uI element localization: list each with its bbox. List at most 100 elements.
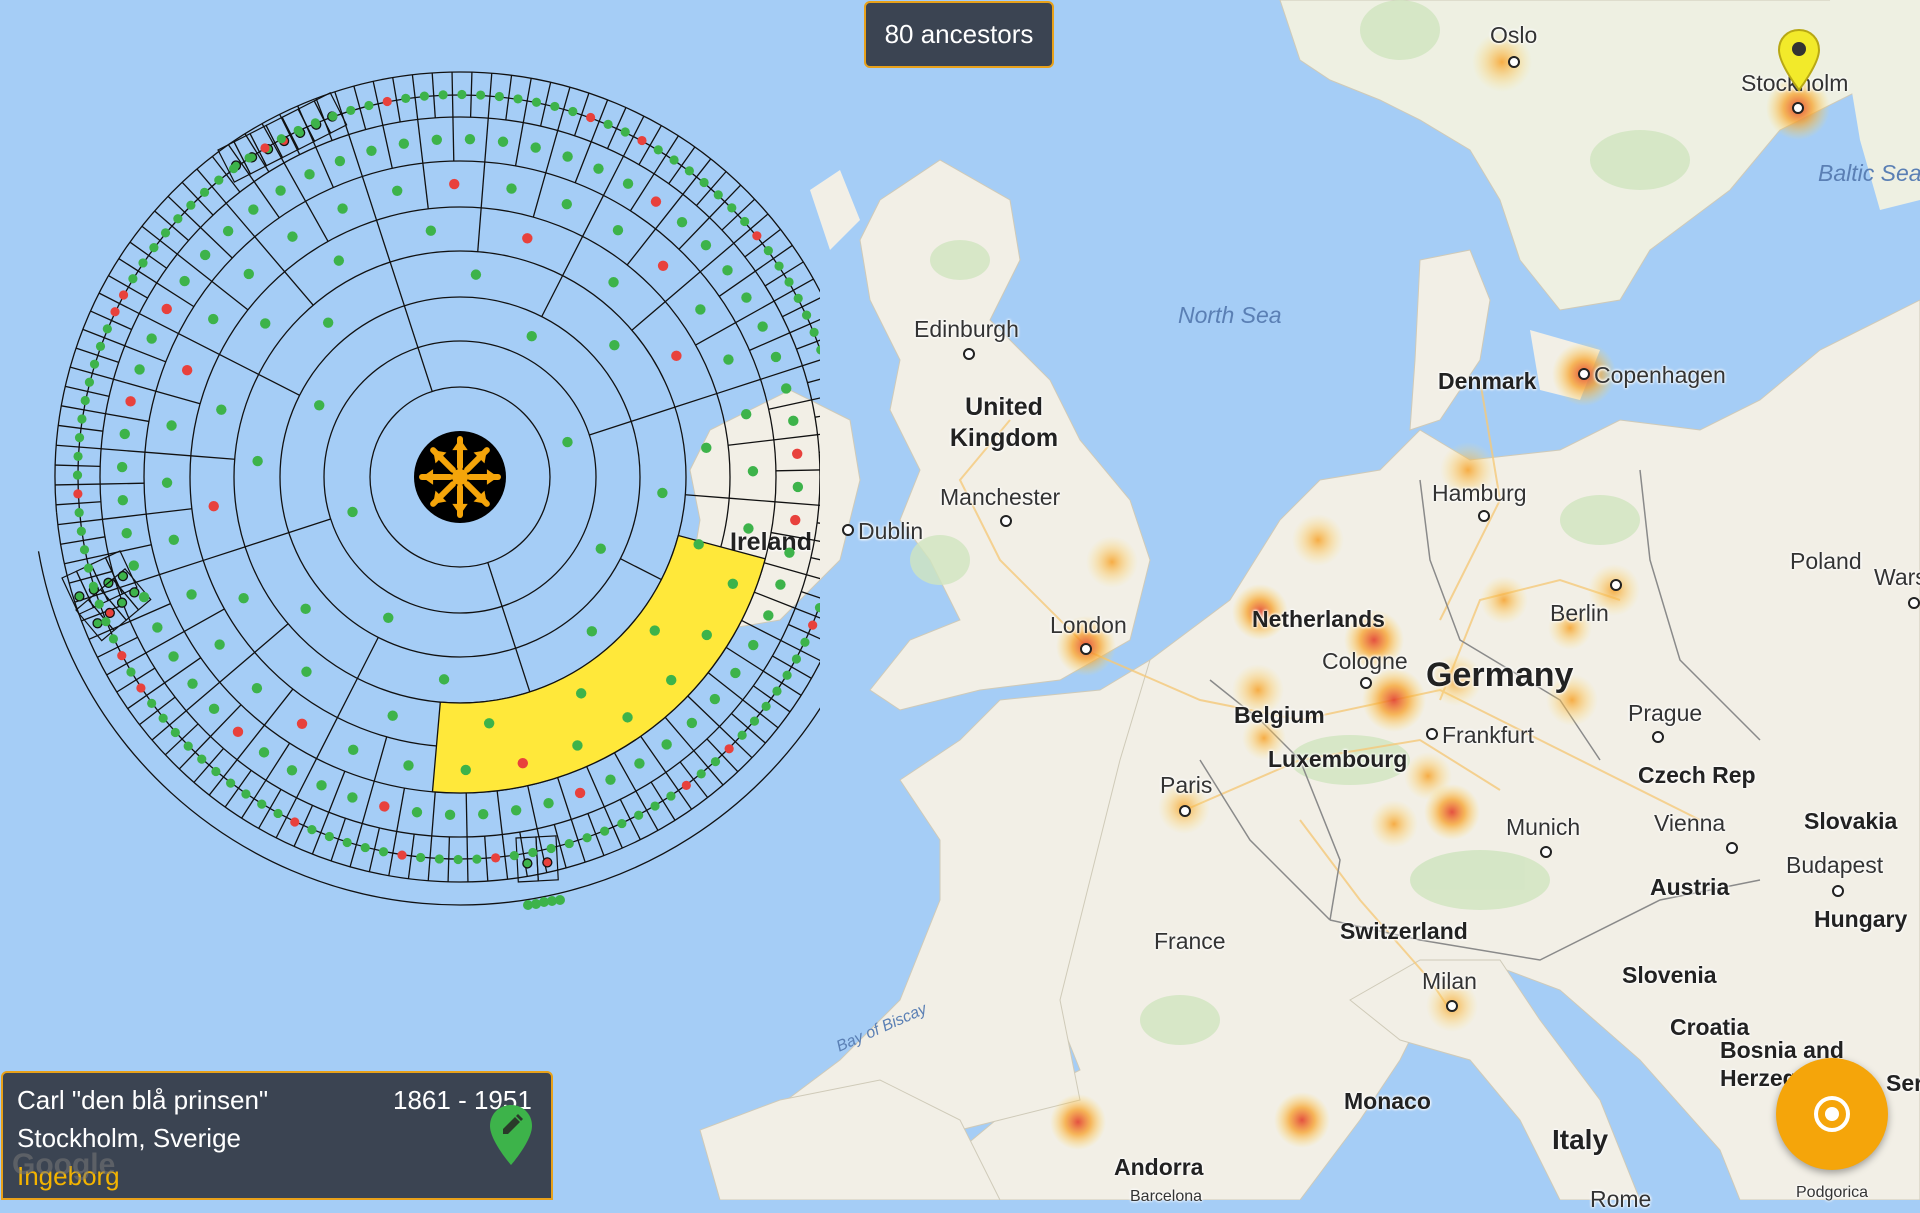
ancestor-dot[interactable] xyxy=(637,136,646,145)
ancestor-dot[interactable] xyxy=(741,409,751,419)
ancestor-dot[interactable] xyxy=(815,603,820,612)
ancestor-dot[interactable] xyxy=(169,535,179,545)
ancestor-dot[interactable] xyxy=(790,515,800,525)
ancestor-dot[interactable] xyxy=(750,717,759,726)
ancestor-dot[interactable] xyxy=(277,134,286,143)
ancestor-dot[interactable] xyxy=(757,321,767,331)
ancestor-dot[interactable] xyxy=(527,331,537,341)
ancestor-dot[interactable] xyxy=(543,798,553,808)
ancestor-dot[interactable] xyxy=(168,651,178,661)
ancestor-dot[interactable] xyxy=(623,179,633,189)
ancestor-dot[interactable] xyxy=(701,240,711,250)
ancestor-dot[interactable] xyxy=(792,654,801,663)
ancestor-dot[interactable] xyxy=(260,318,270,328)
ancestor-dot[interactable] xyxy=(223,226,233,236)
ancestor-dot[interactable] xyxy=(682,781,691,790)
ancestor-dot[interactable] xyxy=(727,203,736,212)
ancestor-dot[interactable] xyxy=(260,143,269,152)
ancestor-dot[interactable] xyxy=(783,671,792,680)
ancestor-dot[interactable] xyxy=(800,638,809,647)
ancestor-dot[interactable] xyxy=(764,246,773,255)
ancestor-dot[interactable] xyxy=(323,317,333,327)
ancestor-dot[interactable] xyxy=(85,378,94,387)
ancestor-dot[interactable] xyxy=(763,610,773,620)
ancestor-dot[interactable] xyxy=(128,274,137,283)
ancestor-dot[interactable] xyxy=(530,142,540,152)
ancestor-dot[interactable] xyxy=(226,779,235,788)
ancestor-dot[interactable] xyxy=(209,501,219,511)
ancestor-dot[interactable] xyxy=(562,437,572,447)
ancestor-dot[interactable] xyxy=(200,250,210,260)
ancestor-dot[interactable] xyxy=(439,90,448,99)
ancestor-dot[interactable] xyxy=(582,833,591,842)
ancestor-dot[interactable] xyxy=(774,261,783,270)
ancestor-dot[interactable] xyxy=(562,199,572,209)
ancestor-dot[interactable] xyxy=(301,667,311,677)
ancestor-dot[interactable] xyxy=(214,176,223,185)
ancestor-dot[interactable] xyxy=(484,718,494,728)
ancestor-dot[interactable] xyxy=(562,151,572,161)
ancestor-dot[interactable] xyxy=(605,774,615,784)
ancestor-dot[interactable] xyxy=(725,744,734,753)
ancestor-dot[interactable] xyxy=(187,678,197,688)
ancestor-dot[interactable] xyxy=(238,593,248,603)
ancestor-dot[interactable] xyxy=(700,178,709,187)
ancestor-dot[interactable] xyxy=(383,613,393,623)
ancestor-dot[interactable] xyxy=(209,704,219,714)
ancestor-dot[interactable] xyxy=(613,225,623,235)
ancestor-dot[interactable] xyxy=(426,226,436,236)
ancestor-dot[interactable] xyxy=(449,179,459,189)
ancestor-dot[interactable] xyxy=(173,214,182,223)
ancestor-dot[interactable] xyxy=(233,727,243,737)
ancestor-dot[interactable] xyxy=(728,579,738,589)
ancestor-dot[interactable] xyxy=(651,196,661,206)
ancestor-dot[interactable] xyxy=(510,851,519,860)
ancestor-dot[interactable] xyxy=(162,304,172,314)
ancestor-dot[interactable] xyxy=(809,328,818,337)
ancestor-dot[interactable] xyxy=(523,859,532,868)
ancestor-dot[interactable] xyxy=(432,135,442,145)
ancestor-dot[interactable] xyxy=(337,203,347,213)
ancestor-dot[interactable] xyxy=(126,667,135,676)
ancestor-dot[interactable] xyxy=(710,694,720,704)
ancestor-dot[interactable] xyxy=(186,201,195,210)
ancestor-dot[interactable] xyxy=(687,718,697,728)
ancestor-dot[interactable] xyxy=(125,396,135,406)
ancestor-count-badge[interactable]: 80 ancestors xyxy=(864,1,1054,68)
ancestor-dot[interactable] xyxy=(457,90,466,99)
ancestor-dot[interactable] xyxy=(73,452,82,461)
ancestor-dot[interactable] xyxy=(439,674,449,684)
ancestor-dot[interactable] xyxy=(118,495,128,505)
ancestor-dot[interactable] xyxy=(117,462,127,472)
ancestor-dot[interactable] xyxy=(722,265,732,275)
ancestor-dot[interactable] xyxy=(794,294,803,303)
ancestor-dot[interactable] xyxy=(677,217,687,227)
ancestor-dot[interactable] xyxy=(666,675,676,685)
ancestor-dot[interactable] xyxy=(304,169,314,179)
ancestor-dot[interactable] xyxy=(772,686,781,695)
ancestor-dot[interactable] xyxy=(593,163,603,173)
ancestor-dot[interactable] xyxy=(816,345,820,354)
selected-segment[interactable] xyxy=(432,535,765,793)
ancestor-dot[interactable] xyxy=(90,360,99,369)
ancestor-dot[interactable] xyxy=(555,895,565,905)
ancestor-dot[interactable] xyxy=(244,153,253,162)
ancestor-dot[interactable] xyxy=(290,817,299,826)
ancestor-dot[interactable] xyxy=(586,113,595,122)
ancestor-fan-chart[interactable] xyxy=(0,0,820,940)
ancestor-dot[interactable] xyxy=(511,805,521,815)
ancestor-dot[interactable] xyxy=(121,528,131,538)
ancestor-dot[interactable] xyxy=(565,839,574,848)
ancestor-dot[interactable] xyxy=(307,825,316,834)
ancestor-dot[interactable] xyxy=(383,97,392,106)
ancestor-dot[interactable] xyxy=(478,809,488,819)
ancestor-dot[interactable] xyxy=(661,739,671,749)
ancestor-dot[interactable] xyxy=(128,586,141,599)
ancestor-dot[interactable] xyxy=(669,155,678,164)
ancestor-dot[interactable] xyxy=(179,276,189,286)
ancestor-dot[interactable] xyxy=(147,699,156,708)
ancestor-dot[interactable] xyxy=(792,449,802,459)
ancestor-dot[interactable] xyxy=(311,118,320,127)
ancestor-dot[interactable] xyxy=(275,185,285,195)
ancestor-dot[interactable] xyxy=(471,269,481,279)
